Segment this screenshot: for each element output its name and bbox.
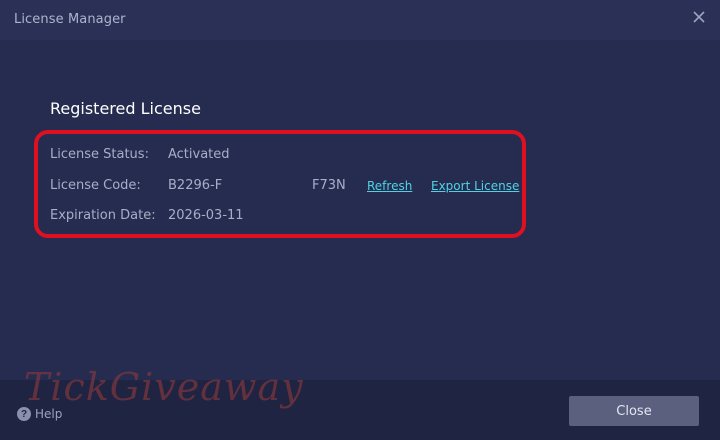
section-title: Registered License: [50, 99, 201, 118]
license-status-value: Activated: [168, 147, 230, 162]
export-license-link[interactable]: Export License: [431, 179, 519, 193]
help-icon: ?: [17, 407, 31, 421]
expiration-date-value: 2026-03-11: [168, 208, 244, 223]
license-code-value: B2296-F: [168, 178, 223, 193]
expiration-date-label: Expiration Date:: [50, 208, 156, 223]
help-label: Help: [35, 407, 63, 421]
refresh-link[interactable]: Refresh: [367, 179, 412, 193]
help-button[interactable]: ? Help: [17, 406, 62, 422]
close-button[interactable]: Close: [569, 396, 699, 426]
license-code-label: License Code:: [50, 178, 141, 193]
license-code-suffix: F73N: [312, 178, 346, 193]
license-manager-window: License Manager Registered License Licen…: [0, 0, 720, 440]
close-icon[interactable]: [690, 8, 708, 26]
footer-bar: ? Help Close: [0, 380, 720, 440]
license-status-label: License Status:: [50, 147, 149, 162]
window-title: License Manager: [14, 12, 126, 27]
content-area: Registered License License Status: Activ…: [0, 40, 720, 380]
title-bar: License Manager: [0, 0, 720, 40]
